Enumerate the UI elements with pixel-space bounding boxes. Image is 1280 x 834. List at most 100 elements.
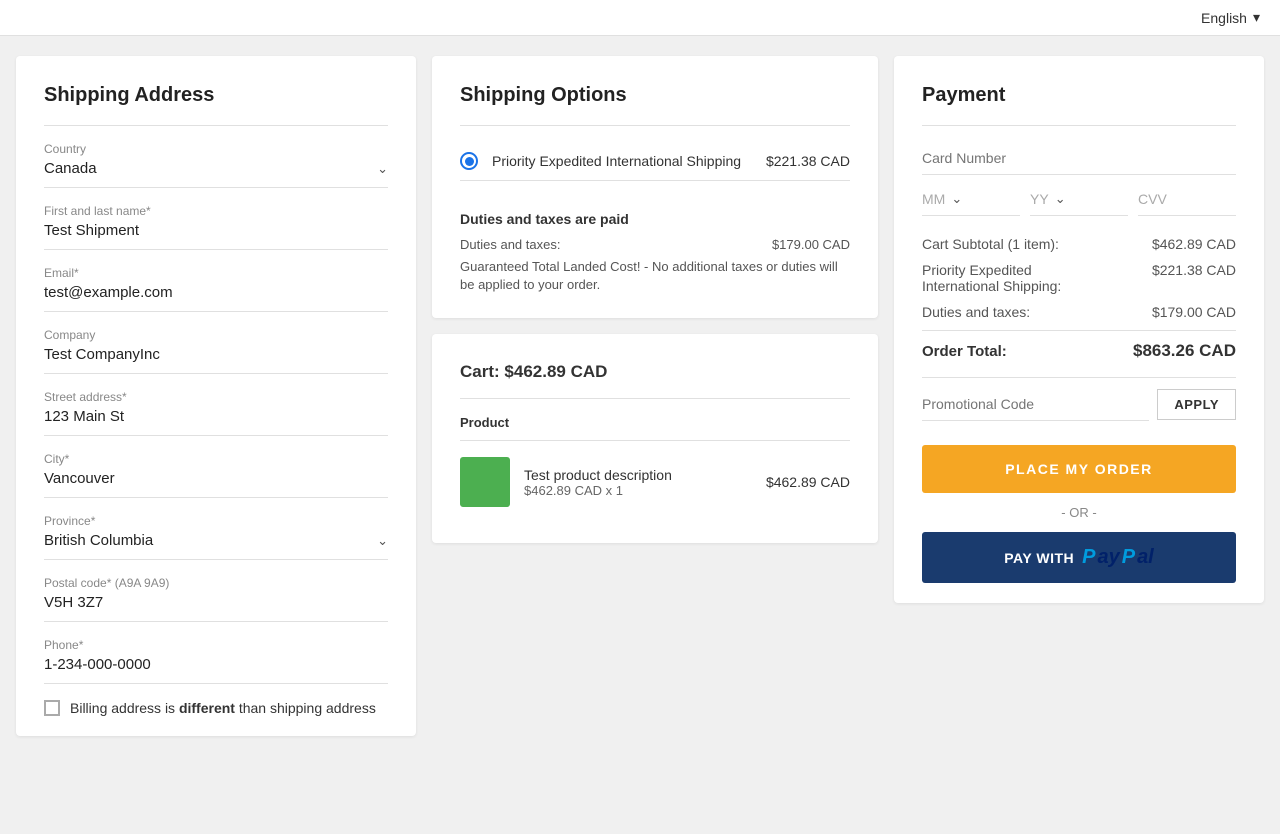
- order-total-label: Order Total:: [922, 343, 1007, 360]
- company-label: Company: [44, 328, 388, 342]
- shipping-option-label: Priority Expedited International Shippin…: [492, 153, 752, 169]
- cvv-field[interactable]: CVV: [1138, 191, 1236, 216]
- postal-label: Postal code* (A9A 9A9): [44, 576, 388, 590]
- yy-chevron-icon: ⌄: [1055, 191, 1066, 207]
- product-price: $462.89 CAD: [766, 474, 850, 490]
- country-chevron-icon: ⌄: [377, 161, 388, 177]
- phone-field[interactable]: Phone* 1-234-000-0000: [44, 638, 388, 684]
- shipping-address-card: Shipping Address Country Canada ⌄ First …: [16, 56, 416, 736]
- city-value: Vancouver: [44, 470, 388, 498]
- product-row: Test product description $462.89 CAD x 1…: [460, 441, 850, 523]
- country-select[interactable]: Canada ⌄: [44, 160, 388, 188]
- billing-checkbox[interactable]: [44, 700, 60, 716]
- radio-inner: [465, 157, 474, 166]
- expiry-row: MM ⌄ YY ⌄ CVV: [922, 191, 1236, 216]
- cvv-label: CVV: [1138, 191, 1167, 207]
- billing-label: Billing address is different than shippi…: [70, 700, 376, 716]
- company-field[interactable]: Company Test CompanyInc: [44, 328, 388, 374]
- paypal-pay-text: PAY WITH: [1004, 550, 1074, 566]
- duties-box: Duties and taxes are paid Duties and tax…: [460, 197, 850, 298]
- shipping-address-title: Shipping Address: [44, 84, 388, 107]
- duties-summary-label: Duties and taxes:: [922, 304, 1030, 320]
- top-bar: English ▾: [0, 0, 1280, 36]
- name-value: Test Shipment: [44, 222, 388, 250]
- chevron-down-icon: ▾: [1253, 9, 1260, 26]
- order-total-value: $863.26 CAD: [1133, 341, 1236, 361]
- product-quantity: $462.89 CAD x 1: [524, 483, 752, 498]
- product-image: [460, 457, 510, 507]
- duties-summary-value: $179.00 CAD: [1152, 304, 1236, 320]
- postal-value: V5H 3Z7: [44, 594, 388, 622]
- mm-select[interactable]: MM ⌄: [922, 191, 1020, 216]
- shipping-summary-value: $221.38 CAD: [1152, 262, 1236, 294]
- payment-card: Payment MM ⌄ YY ⌄ CVV Cart Subtotal (1 i…: [894, 56, 1264, 603]
- name-field[interactable]: First and last name* Test Shipment: [44, 204, 388, 250]
- yy-label: YY: [1030, 191, 1049, 207]
- paypal-button[interactable]: PAY WITH PayPal: [922, 532, 1236, 583]
- yy-select[interactable]: YY ⌄: [1030, 191, 1128, 216]
- subtotal-row: Cart Subtotal (1 item): $462.89 CAD: [922, 236, 1236, 252]
- province-chevron-icon: ⌄: [377, 533, 388, 549]
- middle-column: Shipping Options Priority Expedited Inte…: [432, 56, 878, 543]
- province-label: Province*: [44, 514, 388, 528]
- promo-input[interactable]: [922, 388, 1149, 421]
- product-description: Test product description: [524, 467, 752, 483]
- shipping-summary-row: Priority Expedited International Shippin…: [922, 262, 1236, 294]
- payment-title: Payment: [922, 84, 1236, 107]
- street-value: 123 Main St: [44, 408, 388, 436]
- billing-text-prefix: Billing address is: [70, 700, 179, 716]
- shipping-option-row[interactable]: Priority Expedited International Shippin…: [460, 142, 850, 180]
- place-order-button[interactable]: PLACE MY ORDER: [922, 445, 1236, 493]
- phone-value: 1-234-000-0000: [44, 656, 388, 684]
- phone-label: Phone*: [44, 638, 388, 652]
- cart-total: $462.89 CAD: [504, 362, 607, 381]
- company-value: Test CompanyInc: [44, 346, 388, 374]
- street-field[interactable]: Street address* 123 Main St: [44, 390, 388, 436]
- duties-row: Duties and taxes: $179.00 CAD: [460, 237, 850, 252]
- duties-summary-row: Duties and taxes: $179.00 CAD: [922, 304, 1236, 320]
- duties-title: Duties and taxes are paid: [460, 211, 850, 227]
- shipping-summary-label: Priority Expedited International Shippin…: [922, 262, 1095, 294]
- street-label: Street address*: [44, 390, 388, 404]
- billing-checkbox-row[interactable]: Billing address is different than shippi…: [44, 700, 388, 716]
- language-selector[interactable]: English ▾: [1201, 9, 1260, 26]
- subtotal-label: Cart Subtotal (1 item):: [922, 236, 1059, 252]
- country-value: Canada: [44, 160, 97, 177]
- province-field[interactable]: Province* British Columbia ⌄: [44, 514, 388, 560]
- shipping-options-card: Shipping Options Priority Expedited Inte…: [432, 56, 878, 318]
- cart-card: Cart: $462.89 CAD Product Test product d…: [432, 334, 878, 543]
- billing-different-text: different: [179, 700, 235, 716]
- main-content: Shipping Address Country Canada ⌄ First …: [0, 36, 1280, 756]
- promo-row: APPLY: [922, 388, 1236, 421]
- duties-note: Guaranteed Total Landed Cost! - No addit…: [460, 258, 850, 294]
- or-divider: - OR -: [922, 505, 1236, 520]
- order-total-row: Order Total: $863.26 CAD: [922, 341, 1236, 361]
- cart-label: Cart:: [460, 362, 504, 381]
- country-label: Country: [44, 142, 388, 156]
- mm-chevron-icon: ⌄: [951, 191, 962, 207]
- country-field[interactable]: Country Canada ⌄: [44, 142, 388, 188]
- subtotal-value: $462.89 CAD: [1152, 236, 1236, 252]
- shipping-options-title: Shipping Options: [460, 84, 850, 107]
- province-select[interactable]: British Columbia ⌄: [44, 532, 388, 560]
- shipping-option-price: $221.38 CAD: [766, 153, 850, 169]
- mm-label: MM: [922, 191, 945, 207]
- postal-field[interactable]: Postal code* (A9A 9A9) V5H 3Z7: [44, 576, 388, 622]
- paypal-logo: PayPal: [1082, 546, 1154, 569]
- cart-header: Cart: $462.89 CAD: [460, 362, 850, 382]
- city-label: City*: [44, 452, 388, 466]
- apply-button[interactable]: APPLY: [1157, 389, 1236, 420]
- product-info: Test product description $462.89 CAD x 1: [524, 467, 752, 498]
- email-value: test@example.com: [44, 284, 388, 312]
- product-col-header: Product: [460, 415, 850, 441]
- city-field[interactable]: City* Vancouver: [44, 452, 388, 498]
- duties-label: Duties and taxes:: [460, 237, 560, 252]
- name-label: First and last name*: [44, 204, 388, 218]
- card-number-input[interactable]: [922, 142, 1236, 175]
- shipping-option-radio[interactable]: [460, 152, 478, 170]
- email-field[interactable]: Email* test@example.com: [44, 266, 388, 312]
- province-value: British Columbia: [44, 532, 153, 549]
- email-label: Email*: [44, 266, 388, 280]
- billing-text-suffix: than shipping address: [235, 700, 376, 716]
- duties-value: $179.00 CAD: [772, 237, 850, 252]
